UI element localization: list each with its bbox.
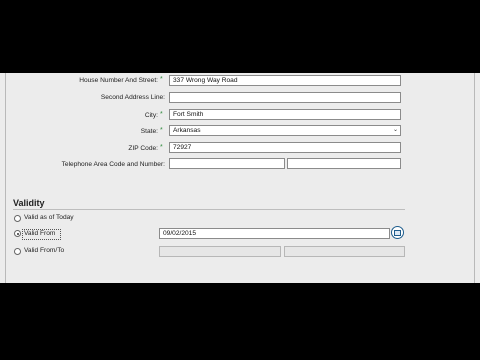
telephone-number-field[interactable]: [287, 158, 401, 169]
panel-right-border: [474, 73, 475, 283]
required-marker: *: [160, 127, 163, 134]
second-address-field[interactable]: [169, 92, 401, 103]
radio-valid-today[interactable]: [14, 215, 21, 222]
required-marker: *: [160, 76, 163, 83]
valid-from-to-label: Valid From/To: [24, 247, 65, 254]
radio-valid-from-to[interactable]: [14, 248, 21, 255]
valid-today-label: Valid as of Today: [24, 214, 74, 221]
state-label: State:: [140, 128, 158, 135]
state-select[interactable]: Arkansas ⌄: [169, 125, 401, 136]
valid-from-to-start-field[interactable]: [159, 246, 281, 257]
state-select-value: Arkansas: [173, 127, 201, 134]
city-field[interactable]: Fort Smith: [169, 109, 401, 120]
valid-from-to-end-field[interactable]: [284, 246, 405, 257]
city-label: City:: [144, 112, 158, 119]
house-street-field[interactable]: 337 Wrong Way Road: [169, 75, 401, 86]
house-street-label: House Number And Street:: [79, 77, 158, 84]
calendar-icon[interactable]: [391, 226, 404, 239]
second-address-label: Second Address Line:: [100, 94, 165, 101]
validity-divider: [13, 209, 405, 210]
valid-from-label: Valid From: [24, 230, 56, 237]
required-marker: *: [160, 144, 163, 151]
telephone-area-field[interactable]: [169, 158, 285, 169]
required-marker: *: [160, 111, 163, 118]
panel-left-border: [5, 73, 6, 283]
valid-from-date-field[interactable]: 09/02/2015: [159, 228, 390, 239]
validity-title: Validity: [13, 198, 45, 208]
chevron-down-icon[interactable]: ⌄: [393, 126, 398, 135]
telephone-label: Telephone Area Code and Number:: [61, 161, 165, 168]
zip-field[interactable]: 72927: [169, 142, 401, 153]
zip-label: ZIP Code:: [128, 145, 158, 152]
radio-valid-from[interactable]: [14, 230, 21, 237]
